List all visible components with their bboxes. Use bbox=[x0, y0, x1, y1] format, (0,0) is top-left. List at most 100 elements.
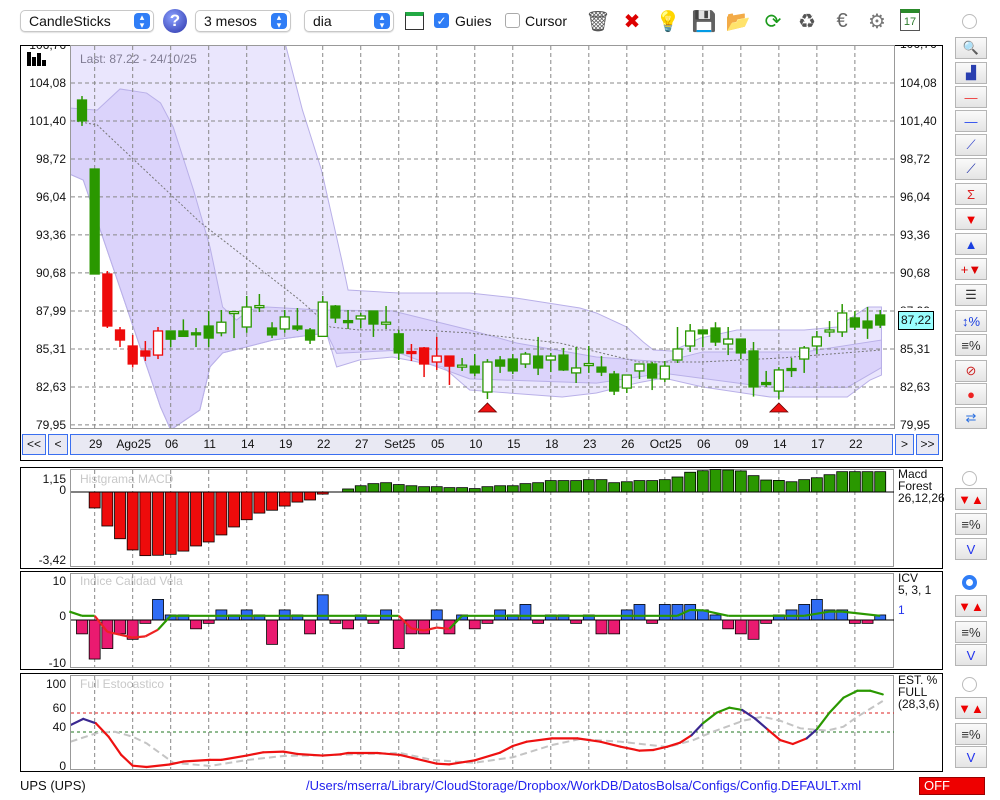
y-axis-label-right: 79,95 bbox=[900, 417, 931, 432]
stochastic-oscillator-button[interactable]: V bbox=[955, 746, 987, 768]
lamp-icon[interactable]: 💡 bbox=[654, 7, 682, 35]
y-axis-label: 96,04 bbox=[35, 189, 66, 204]
icv-lines-percent-button[interactable]: ≡% bbox=[955, 621, 987, 643]
channel-button[interactable]: ⟋ bbox=[955, 134, 987, 156]
chart-type-select[interactable]: CandleSticks ▴ ▾ bbox=[20, 10, 154, 32]
refresh-icon[interactable]: ⟳ bbox=[759, 7, 787, 35]
recycle-icon[interactable]: ♻ bbox=[793, 7, 821, 35]
zoom-button[interactable]: 🔍 bbox=[955, 37, 987, 59]
red-line-button[interactable]: — bbox=[955, 86, 987, 108]
euro-icon[interactable]: € bbox=[828, 7, 856, 35]
icv-panel-radio[interactable] bbox=[962, 575, 977, 590]
add-signal-button[interactable]: +▼ bbox=[955, 258, 987, 280]
sell-arrow-button[interactable]: ▼ bbox=[955, 208, 987, 230]
date-label: 14 bbox=[773, 437, 787, 451]
config-path-link[interactable]: /Users/mserra/Library/CloudStorage/Dropb… bbox=[306, 778, 861, 793]
macd-oscillator-button[interactable]: V bbox=[955, 538, 987, 560]
y-axis-label-right: 85,31 bbox=[900, 341, 931, 356]
macd-panel-radio[interactable] bbox=[962, 471, 977, 486]
lines-percent-button[interactable]: ≡% bbox=[955, 334, 987, 356]
date-label: 09 bbox=[735, 437, 749, 451]
chevron-updown-icon: ▴ ▾ bbox=[374, 13, 390, 30]
interval-select[interactable]: dia ▴ ▾ bbox=[304, 10, 394, 32]
y-axis-label: 82,63 bbox=[35, 379, 66, 394]
date-label: 15 bbox=[507, 437, 521, 451]
macd-lines-percent-button[interactable]: ≡% bbox=[955, 513, 987, 535]
chart-window-icon[interactable] bbox=[405, 12, 424, 30]
date-label: 22 bbox=[849, 437, 863, 451]
y-axis-label-right: 96,04 bbox=[900, 189, 931, 204]
chart-thumbnail-button[interactable]: ▟ bbox=[955, 62, 987, 84]
top-y-label: 106,76 bbox=[29, 38, 66, 52]
last-price-label: Last: 87.22 - 24/10/25 bbox=[80, 52, 197, 66]
delete-icon[interactable]: ✖ bbox=[618, 7, 646, 35]
stoch-legend: EST. % FULL (28,3,6) bbox=[898, 674, 939, 710]
period-value: 3 mesos bbox=[204, 13, 257, 29]
date-axis-bar[interactable]: 29 Ago25 06 11 14 19 22 27 Set25 05 10 15 18 23 26 Oct2… bbox=[70, 434, 893, 455]
y-axis-label: 98,72 bbox=[35, 151, 66, 166]
help-icon[interactable]: ? bbox=[163, 9, 187, 33]
guides-label: Guies bbox=[455, 13, 492, 29]
stochastic-plot-area[interactable] bbox=[70, 675, 894, 770]
sync-button[interactable]: ⇄ bbox=[955, 407, 987, 429]
off-toggle-button[interactable]: OFF bbox=[919, 777, 985, 795]
y-axis-label: 93,36 bbox=[35, 227, 66, 242]
macd-legend: Macd Forest 26,12,26 bbox=[898, 468, 945, 504]
date-label: 06 bbox=[165, 437, 179, 451]
chart-type-value: CandleSticks bbox=[29, 13, 111, 29]
cursor-checkbox[interactable] bbox=[505, 13, 520, 28]
main-plot-area[interactable] bbox=[70, 45, 895, 429]
y-axis-label: 87,99 bbox=[35, 303, 66, 318]
stochastic-lines-percent-button[interactable]: ≡% bbox=[955, 723, 987, 745]
guides-checkbox[interactable]: ✓ bbox=[434, 13, 449, 28]
y-axis-label: 101,40 bbox=[29, 113, 66, 128]
dashed-lines-button[interactable]: ☰ bbox=[955, 284, 987, 306]
date-label: 26 bbox=[621, 437, 635, 451]
macd-legend-line: 26,12,26 bbox=[898, 491, 945, 505]
macd-plot-area[interactable] bbox=[70, 469, 894, 567]
period-select[interactable]: 3 mesos ▴ ▾ bbox=[195, 10, 291, 32]
nav-next-button[interactable]: > bbox=[895, 434, 914, 455]
date-label: 22 bbox=[317, 437, 331, 451]
stoch-y-label: 60 bbox=[52, 701, 66, 715]
macd-signals-button[interactable]: ▼▲ bbox=[955, 488, 987, 510]
icv-signals-button[interactable]: ▼▲ bbox=[955, 595, 987, 617]
gear-icon[interactable]: ⚙ bbox=[863, 7, 891, 35]
date-label: 27 bbox=[355, 437, 369, 451]
nav-prev-button[interactable]: < bbox=[48, 434, 68, 455]
icv-y-label: 0 bbox=[59, 609, 66, 623]
blue-line-button[interactable]: — bbox=[955, 110, 987, 132]
calendar-icon[interactable]: 17 bbox=[900, 9, 920, 31]
nav-last-button[interactable]: >> bbox=[916, 434, 939, 455]
stoch-y-label: 40 bbox=[52, 720, 66, 734]
stoch-legend-line: (28,3,6) bbox=[898, 697, 940, 711]
chevron-updown-icon: ▴ ▾ bbox=[134, 13, 150, 30]
stochastic-panel-radio[interactable] bbox=[962, 677, 977, 692]
stop-button[interactable]: ⊘ bbox=[955, 360, 987, 382]
main-panel-radio[interactable] bbox=[962, 14, 977, 29]
date-label: 23 bbox=[583, 437, 597, 451]
volume-bars-icon[interactable] bbox=[27, 52, 49, 66]
stoch-y-label: 0 bbox=[59, 759, 66, 773]
sigma-trendline-button[interactable]: Σ bbox=[955, 183, 987, 205]
icv-plot-area[interactable] bbox=[70, 573, 894, 668]
stochastic-signals-button[interactable]: ▼▲ bbox=[955, 697, 987, 719]
date-label: 05 bbox=[431, 437, 445, 451]
top-y-label-right: 106,76 bbox=[900, 37, 937, 51]
buy-arrow-button[interactable]: ▲ bbox=[955, 233, 987, 255]
trendline-button[interactable]: ⟋ bbox=[955, 158, 987, 180]
date-label: 14 bbox=[241, 437, 255, 451]
save-icon[interactable]: 💾 bbox=[690, 7, 718, 35]
nav-first-button[interactable]: << bbox=[22, 434, 46, 455]
y-axis-label: 85,31 bbox=[35, 341, 66, 356]
icv-legend-line: 5, 3, 1 bbox=[898, 583, 932, 597]
y-axis-label: 104,08 bbox=[29, 76, 66, 90]
range-percent-button[interactable]: ↕% bbox=[955, 310, 987, 332]
trash-icon[interactable]: 🗑 bbox=[584, 7, 612, 35]
record-button[interactable]: ● bbox=[955, 383, 987, 405]
date-label: Set25 bbox=[384, 437, 416, 451]
folder-icon[interactable]: 📂 bbox=[724, 7, 752, 35]
y-axis-label: 90,68 bbox=[35, 265, 66, 280]
icv-oscillator-button[interactable]: V bbox=[955, 644, 987, 666]
stochastic-title: Full Estocastico bbox=[80, 677, 165, 691]
